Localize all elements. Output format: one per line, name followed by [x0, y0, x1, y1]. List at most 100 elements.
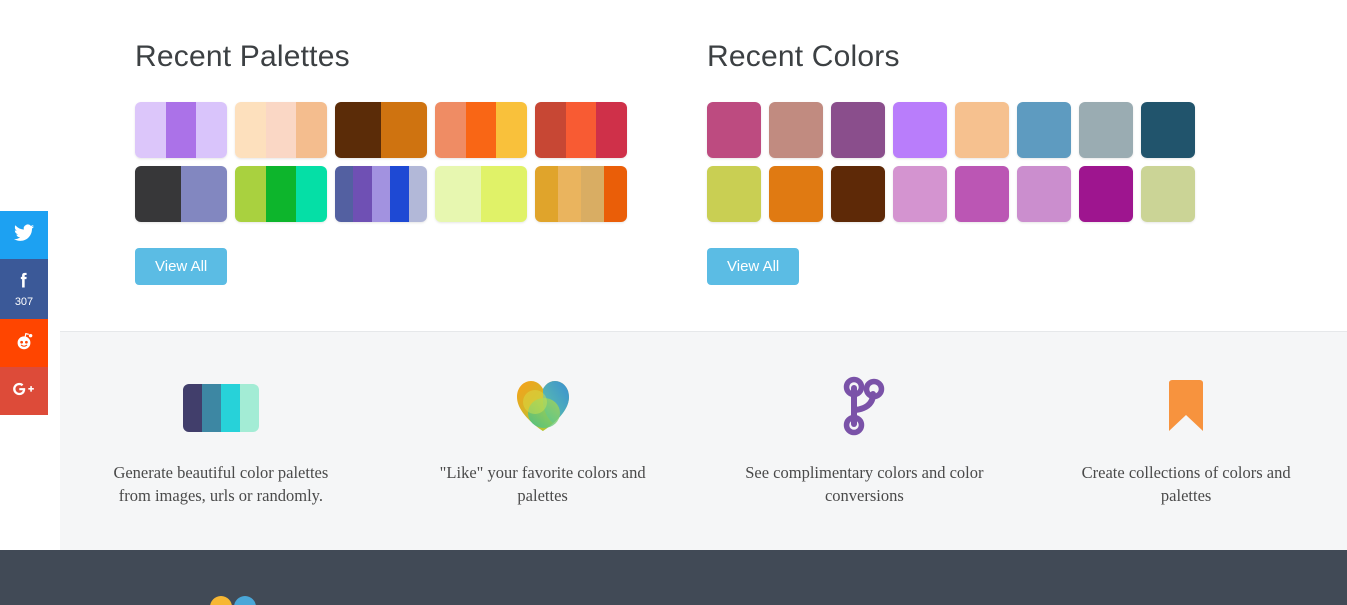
palette-swatch	[235, 166, 266, 222]
palette-icon-stripe	[182, 384, 202, 432]
palette-swatch	[135, 102, 166, 158]
palette-swatch	[335, 166, 354, 222]
palette-swatch	[181, 166, 227, 222]
palette-icon-stripe	[220, 384, 240, 432]
color-swatch[interactable]	[955, 166, 1009, 222]
color-swatch[interactable]	[831, 166, 885, 222]
palette-card[interactable]	[435, 102, 527, 158]
feature-text: Create collections of colors and palette…	[1081, 463, 1291, 505]
palette-card[interactable]	[235, 166, 327, 222]
palette-swatch	[496, 102, 527, 158]
color-swatch[interactable]	[707, 102, 761, 158]
footer-logo-dot	[234, 596, 256, 605]
page-root: 307 Recent Palettes View All Recent Colo…	[0, 0, 1347, 605]
color-swatch[interactable]	[1141, 166, 1195, 222]
share-twitter-button[interactable]	[0, 211, 48, 259]
palette-swatch	[435, 166, 481, 222]
palette-card[interactable]	[335, 102, 427, 158]
palette-swatch	[335, 102, 381, 158]
palette-card[interactable]	[535, 102, 627, 158]
feature-collections: Create collections of colors and palette…	[1025, 377, 1347, 507]
color-swatch[interactable]	[893, 102, 947, 158]
color-swatch[interactable]	[1079, 102, 1133, 158]
feature-text: See complimentary colors and color conve…	[745, 463, 984, 505]
view-all-palettes-button[interactable]: View All	[135, 248, 228, 285]
color-swatch[interactable]	[893, 166, 947, 222]
feature-icon-wrap	[513, 377, 573, 439]
palette-card[interactable]	[535, 166, 627, 222]
palette-swatch	[565, 102, 597, 158]
palette-swatch	[535, 102, 566, 158]
palette-swatch	[371, 166, 391, 222]
palette-swatch	[581, 166, 604, 222]
git-branch-icon	[841, 376, 887, 441]
palette-swatch	[135, 166, 181, 222]
twitter-icon	[13, 222, 35, 248]
palette-card[interactable]	[135, 102, 227, 158]
recent-palettes-section: Recent Palettes View All	[135, 40, 707, 285]
palette-swatch	[265, 102, 297, 158]
color-swatch[interactable]	[1017, 102, 1071, 158]
recent-palettes-grid	[135, 102, 635, 222]
main-content: Recent Palettes View All Recent Colors V…	[0, 0, 1347, 285]
palette-swatch	[481, 166, 527, 222]
feature-complimentary-colors: See complimentary colors and color conve…	[704, 376, 1026, 507]
share-googleplus-button[interactable]	[0, 367, 48, 415]
color-swatch[interactable]	[1141, 102, 1195, 158]
reddit-icon	[13, 330, 35, 356]
recent-colors-title: Recent Colors	[707, 40, 900, 73]
palette-swatch	[596, 102, 627, 158]
social-share-rail: 307	[0, 211, 48, 415]
palette-card[interactable]	[435, 166, 527, 222]
palette-swatch	[558, 166, 581, 222]
palette-card[interactable]	[235, 102, 327, 158]
palette-card[interactable]	[335, 166, 427, 222]
palette-swatch	[465, 102, 497, 158]
recent-palettes-title: Recent Palettes	[135, 40, 350, 73]
feature-generate-palettes: Generate beautiful color palettes from i…	[60, 377, 382, 507]
palette-swatch	[353, 166, 372, 222]
facebook-icon	[14, 270, 34, 294]
color-swatch[interactable]	[769, 102, 823, 158]
color-swatch[interactable]	[1079, 166, 1133, 222]
facebook-share-count: 307	[14, 296, 34, 308]
color-swatch[interactable]	[1017, 166, 1071, 222]
recent-columns: Recent Palettes View All Recent Colors V…	[0, 0, 1347, 285]
color-swatch[interactable]	[769, 166, 823, 222]
palette-swatch	[604, 166, 627, 222]
recent-colors-grid	[707, 102, 1209, 222]
footer-logo-dot	[210, 596, 232, 605]
palette-swatch	[381, 102, 427, 158]
site-footer	[0, 550, 1347, 605]
palette-swatch	[435, 102, 466, 158]
palette-card[interactable]	[135, 166, 227, 222]
feature-icon-wrap	[182, 377, 259, 439]
palette-swatch	[165, 102, 197, 158]
bookmark-icon	[1161, 377, 1211, 440]
palette-swatches-icon	[182, 384, 259, 432]
rainbow-heart-icon	[513, 377, 573, 440]
color-swatch[interactable]	[707, 166, 761, 222]
palette-icon-stripe	[201, 384, 221, 432]
palette-swatch	[408, 166, 427, 222]
feature-like-colors: "Like" your favorite colors and palettes	[382, 377, 704, 507]
palette-swatch	[296, 166, 327, 222]
share-reddit-button[interactable]	[0, 319, 48, 367]
palette-swatch	[265, 166, 297, 222]
share-facebook-button[interactable]: 307	[0, 259, 48, 319]
recent-colors-section: Recent Colors View All	[707, 40, 1279, 285]
feature-text: Generate beautiful color palettes from i…	[113, 463, 329, 505]
palette-icon-stripe	[239, 384, 259, 432]
color-swatch[interactable]	[831, 102, 885, 158]
palette-swatch	[196, 102, 227, 158]
features-band: Generate beautiful color palettes from i…	[60, 331, 1347, 550]
palette-swatch	[390, 166, 409, 222]
palette-swatch	[235, 102, 266, 158]
feature-icon-wrap	[841, 376, 887, 441]
color-swatch[interactable]	[955, 102, 1009, 158]
palette-swatch	[535, 166, 558, 222]
google-plus-icon	[11, 379, 37, 403]
footer-logo[interactable]	[210, 596, 256, 605]
view-all-colors-button[interactable]: View All	[707, 248, 800, 285]
palette-swatch	[296, 102, 327, 158]
